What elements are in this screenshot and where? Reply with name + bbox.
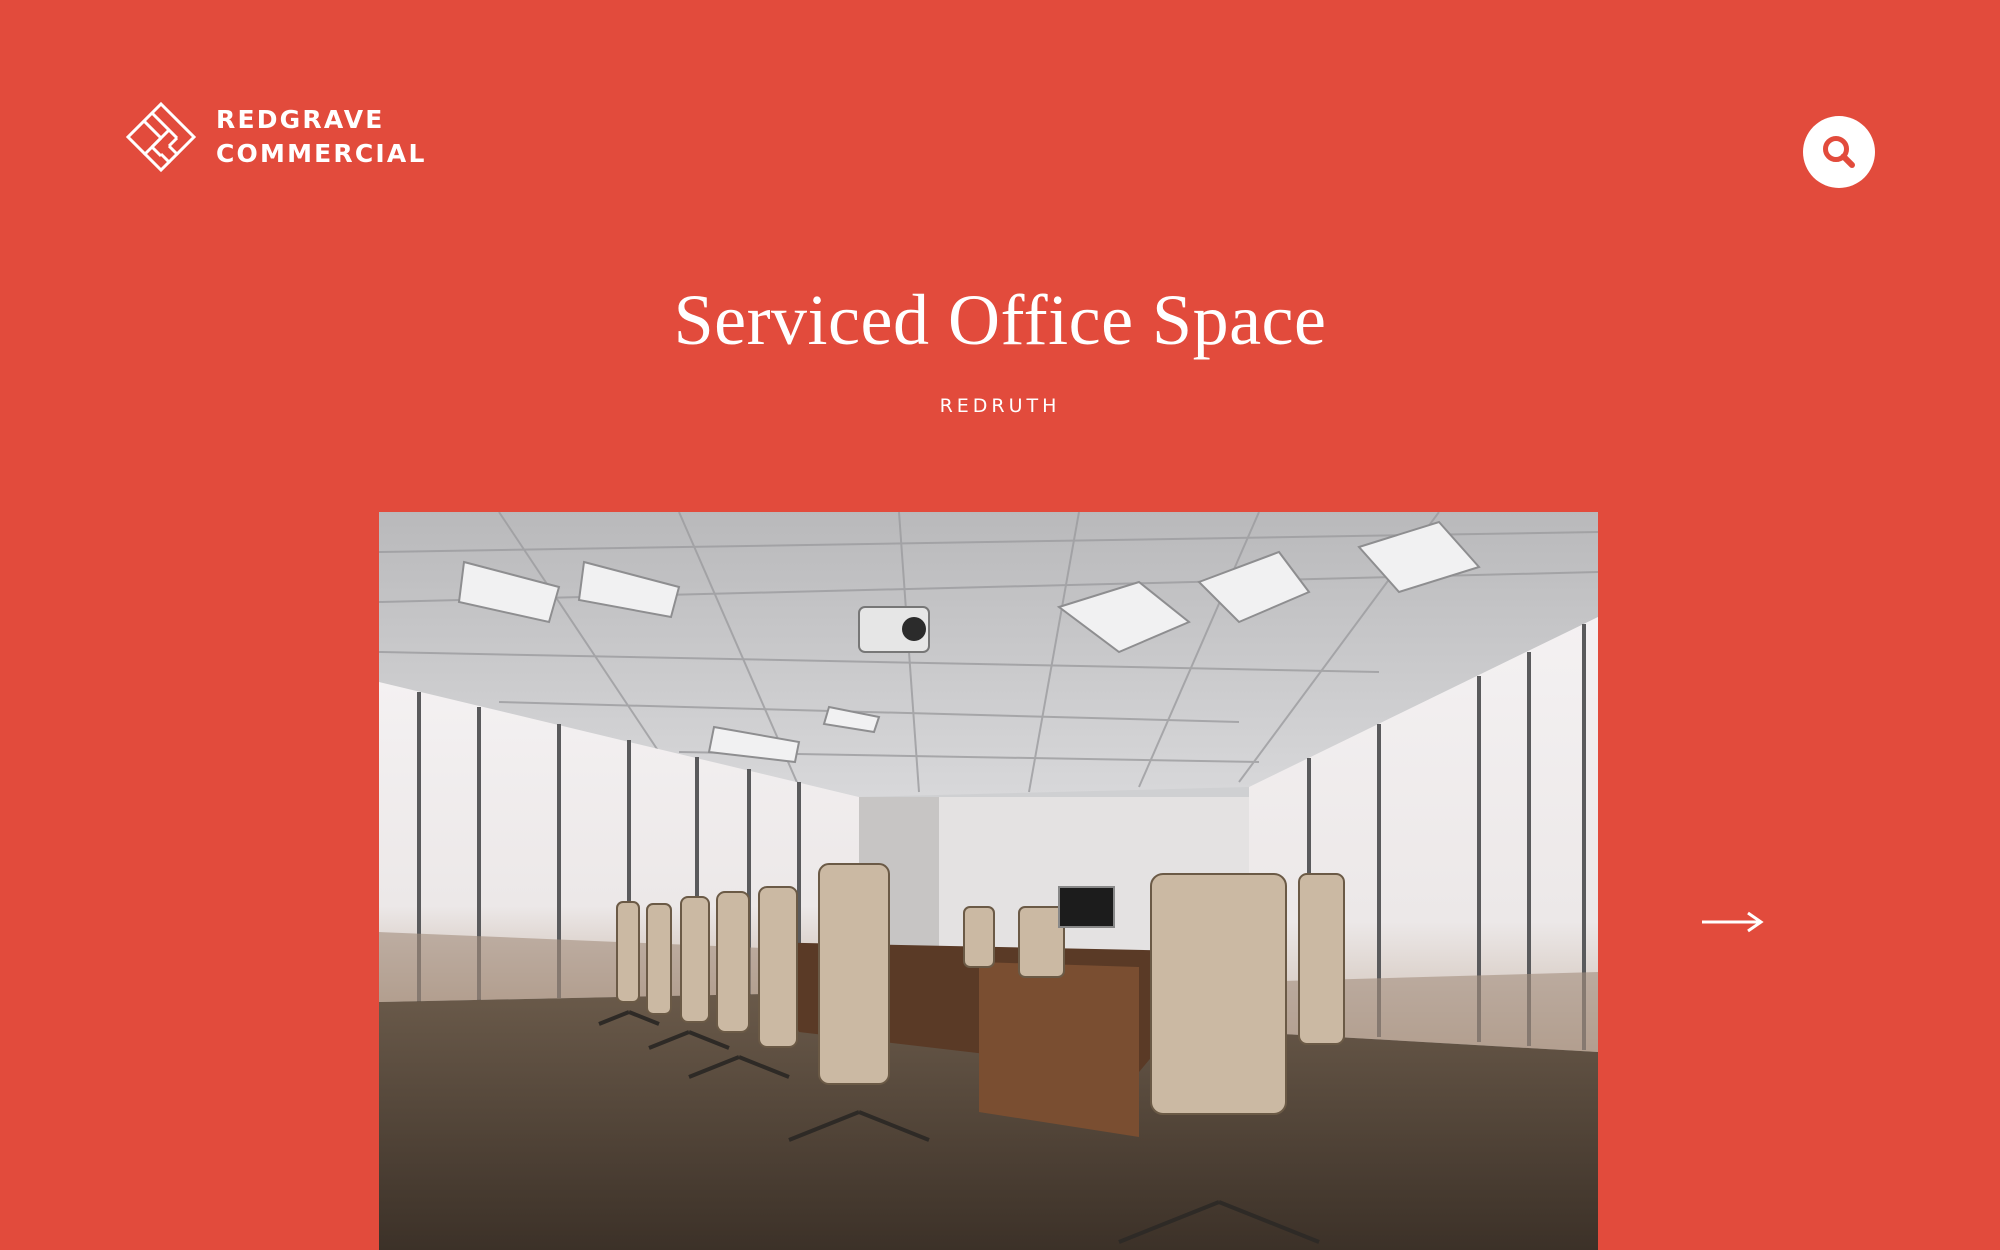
arrow-right-icon: [1702, 911, 1764, 933]
location-label: REDRUTH: [939, 395, 1061, 417]
logo-line-2: COMMERCIAL: [216, 139, 427, 168]
next-button[interactable]: [1698, 904, 1768, 940]
logo-wordmark: REDGRAVE COMMERCIAL: [216, 103, 427, 171]
search-button[interactable]: [1803, 116, 1875, 188]
conference-room-photo: [379, 512, 1598, 1250]
redgrave-logo-icon: [125, 101, 197, 173]
logo-line-1: REDGRAVE: [216, 105, 385, 134]
page-title: Serviced Office Space: [673, 280, 1327, 360]
conference-room-image: [379, 512, 1598, 1250]
logo-link[interactable]: REDGRAVE COMMERCIAL: [124, 100, 427, 174]
search-icon: [1823, 136, 1855, 168]
